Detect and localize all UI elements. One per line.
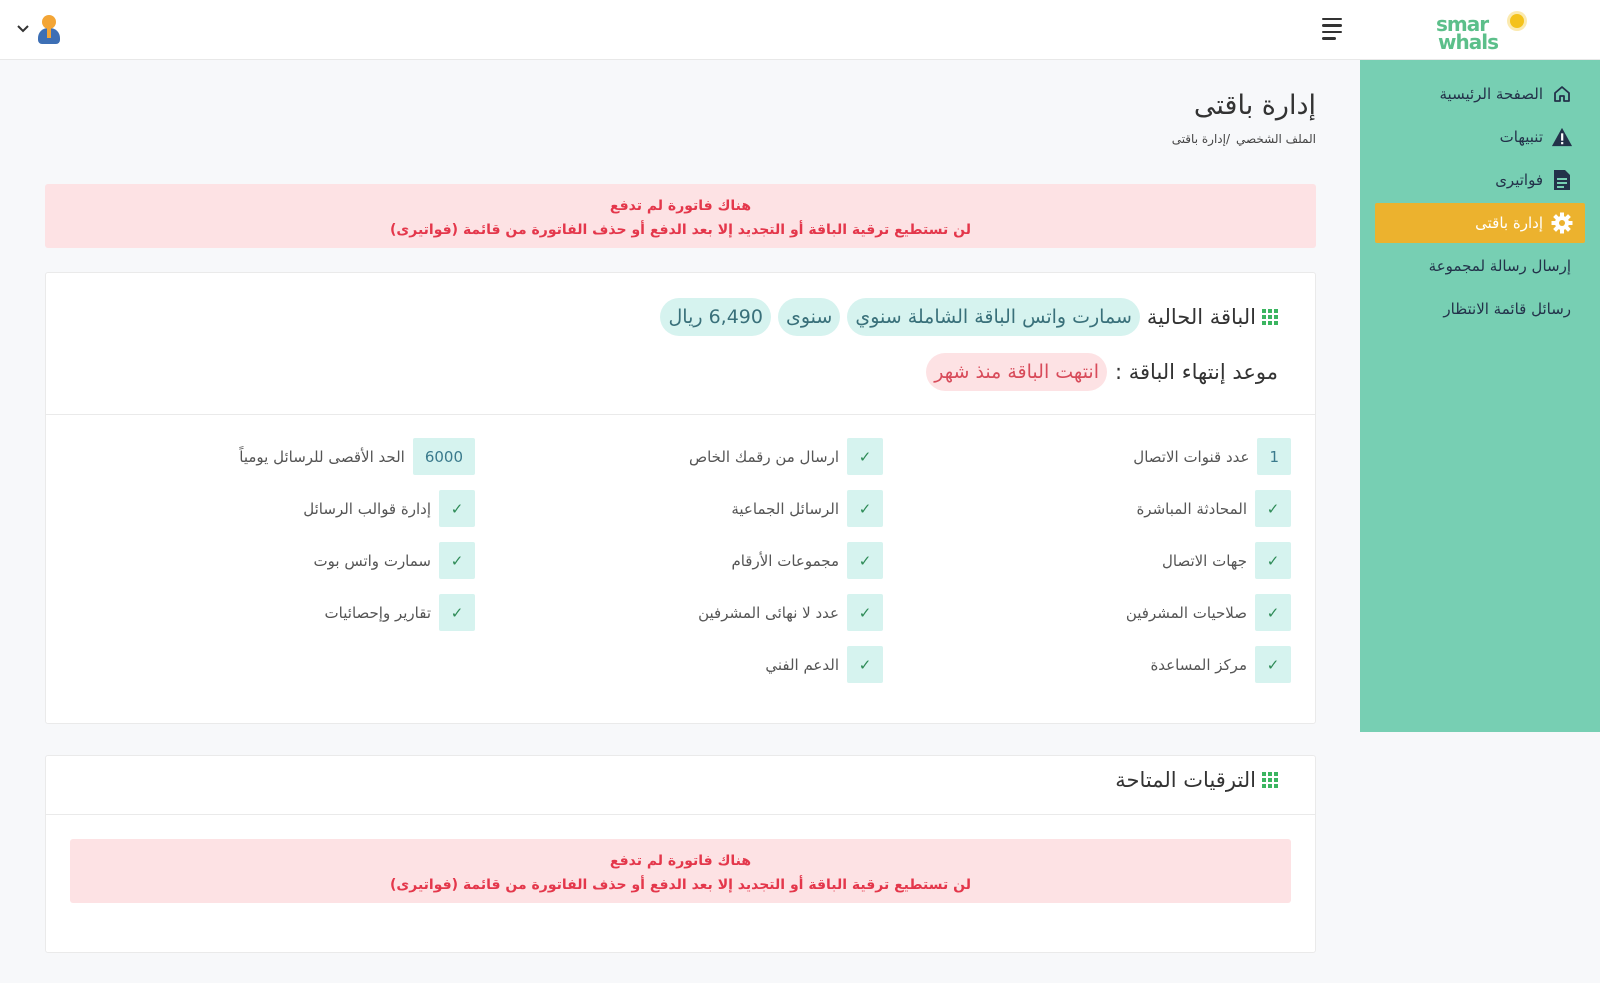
plan-name-badge: سمارت واتس الباقة الشاملة سنوي — [847, 298, 1140, 336]
feature-item: ✓ عدد لا نهائى المشرفين — [475, 594, 883, 631]
breadcrumb: الملف الشخصي /إدارة باقتى — [1172, 132, 1316, 146]
chevron-down-icon[interactable] — [16, 22, 30, 36]
home-icon — [1551, 83, 1573, 105]
expiry-row: موعد إنتهاء الباقة : انتهت الباقة منذ شه… — [926, 353, 1278, 391]
feature-label: الحد الأقصى للرسائل يومياً — [239, 447, 405, 466]
features-column-1: 1 عدد قنوات الاتصال ✓ المحادثة المباشرة … — [883, 438, 1291, 698]
expiry-label: موعد إنتهاء الباقة : — [1115, 360, 1278, 384]
check-icon: ✓ — [847, 542, 883, 579]
feature-value-badge: 6000 — [412, 438, 475, 475]
feature-label: سمارت واتس بوت — [313, 551, 431, 570]
sidebar-item-label: إدارة باقتى — [1475, 214, 1543, 232]
feature-label: الدعم الفني — [765, 655, 839, 674]
current-plan-card: الباقة الحالية سمارت واتس الباقة الشاملة… — [45, 272, 1316, 724]
check-icon: ✓ — [439, 490, 475, 527]
feature-label: عدد قنوات الاتصال — [1133, 447, 1250, 466]
check-icon: ✓ — [847, 438, 883, 475]
gear-icon — [1551, 212, 1573, 234]
features-column-3: 6000 الحد الأقصى للرسائل يومياً ✓ إدارة … — [67, 438, 475, 646]
feature-item: ✓ الرسائل الجماعية — [475, 490, 883, 527]
check-icon: ✓ — [1255, 490, 1291, 527]
unpaid-invoice-alert: هناك فاتورة لم تدفع لن تستطيع ترقية البا… — [45, 184, 1316, 248]
invoice-icon — [1551, 169, 1573, 191]
features-column-2: ✓ ارسال من رقمك الخاص ✓ الرسائل الجماعية… — [475, 438, 883, 698]
check-icon: ✓ — [1255, 594, 1291, 631]
user-menu[interactable] — [16, 14, 62, 44]
feature-item: ✓ تقارير وإحصائيات — [67, 594, 475, 631]
sidebar-item-group-message[interactable]: إرسال رسالة لمجموعة — [1375, 246, 1585, 286]
expiry-status-badge: انتهت الباقة منذ شهر — [926, 353, 1107, 391]
plan-price-badge: 6,490 ريال — [660, 298, 771, 336]
logo[interactable]: smar whals — [1436, 10, 1526, 54]
upgrades-card: الترقيات المتاحة هناك فاتورة لم تدفع لن … — [45, 755, 1316, 953]
check-icon: ✓ — [847, 646, 883, 683]
breadcrumb-current: /إدارة باقتى — [1171, 132, 1230, 146]
feature-label: جهات الاتصال — [1161, 551, 1247, 570]
feature-item: ✓ جهات الاتصال — [883, 542, 1291, 579]
divider — [46, 414, 1315, 415]
check-icon: ✓ — [1255, 646, 1291, 683]
sidebar-item-queue-messages[interactable]: رسائل قائمة الانتظار — [1375, 289, 1585, 329]
plan-features: 1 عدد قنوات الاتصال ✓ المحادثة المباشرة … — [67, 438, 1291, 698]
alert-title: هناك فاتورة لم تدفع — [609, 198, 752, 214]
feature-item: ✓ صلاحيات المشرفين — [883, 594, 1291, 631]
current-plan-label: الباقة الحالية — [1146, 305, 1256, 329]
feature-label: صلاحيات المشرفين — [1125, 603, 1247, 622]
sidebar-item-manage-plan[interactable]: إدارة باقتى — [1375, 203, 1585, 243]
upgrades-title: الترقيات المتاحة — [1115, 768, 1256, 792]
grid-icon — [1262, 772, 1278, 788]
warning-icon — [1551, 126, 1573, 148]
unpaid-invoice-alert: هناك فاتورة لم تدفع لن تستطيع ترقية البا… — [70, 839, 1291, 903]
feature-value-badge: 1 — [1257, 438, 1291, 475]
breadcrumb-profile-link[interactable]: الملف الشخصي — [1236, 132, 1316, 146]
check-icon: ✓ — [439, 594, 475, 631]
feature-label: الرسائل الجماعية — [731, 499, 839, 518]
alert-title: هناك فاتورة لم تدفع — [609, 853, 752, 869]
page-title: إدارة باقتى — [1193, 90, 1316, 121]
check-icon: ✓ — [439, 542, 475, 579]
feature-item: ✓ مركز المساعدة — [883, 646, 1291, 683]
feature-label: مجموعات الأرقام — [731, 551, 839, 570]
sidebar-item-label: الصفحة الرئيسية — [1439, 85, 1544, 103]
grid-icon — [1262, 309, 1278, 325]
divider — [46, 814, 1315, 815]
check-icon: ✓ — [847, 490, 883, 527]
sidebar-item-home[interactable]: الصفحة الرئيسية — [1375, 74, 1585, 114]
top-bar: smar whals — [0, 0, 1600, 60]
feature-item: ✓ سمارت واتس بوت — [67, 542, 475, 579]
feature-label: مركز المساعدة — [1150, 655, 1247, 674]
check-icon: ✓ — [847, 594, 883, 631]
menu-toggle-icon[interactable] — [1322, 18, 1346, 42]
feature-item: ✓ الدعم الفني — [475, 646, 883, 683]
sidebar-item-alerts[interactable]: تنبيهات — [1375, 117, 1585, 157]
feature-item: ✓ المحادثة المباشرة — [883, 490, 1291, 527]
plan-period-badge: سنوى — [777, 298, 841, 336]
feature-label: عدد لا نهائى المشرفين — [698, 603, 839, 622]
feature-item: 1 عدد قنوات الاتصال — [883, 438, 1291, 475]
avatar[interactable] — [36, 14, 62, 44]
sidebar-item-label: رسائل قائمة الانتظار — [1443, 300, 1571, 318]
alert-message: لن تستطيع ترقية الباقة أو التجديد إلا بع… — [390, 877, 971, 893]
feature-item: ✓ ارسال من رقمك الخاص — [475, 438, 883, 475]
sidebar-item-invoices[interactable]: فواتيرى — [1375, 160, 1585, 200]
feature-label: تقارير وإحصائيات — [324, 603, 431, 622]
feature-label: ارسال من رقمك الخاص — [688, 447, 839, 466]
current-plan-row: الباقة الحالية سمارت واتس الباقة الشاملة… — [660, 298, 1278, 336]
feature-item: ✓ مجموعات الأرقام — [475, 542, 883, 579]
feature-item: ✓ إدارة قوالب الرسائل — [67, 490, 475, 527]
feature-label: إدارة قوالب الرسائل — [303, 499, 431, 518]
sidebar-item-label: تنبيهات — [1499, 128, 1543, 146]
alert-message: لن تستطيع ترقية الباقة أو التجديد إلا بع… — [390, 222, 971, 238]
sun-icon — [1510, 14, 1524, 28]
feature-item: 6000 الحد الأقصى للرسائل يومياً — [67, 438, 475, 475]
feature-label: المحادثة المباشرة — [1136, 499, 1247, 518]
sidebar-item-label: إرسال رسالة لمجموعة — [1428, 257, 1571, 275]
sidebar-item-label: فواتيرى — [1495, 171, 1543, 189]
sidebar: الصفحة الرئيسية تنبيهات فواتيرى إدارة با… — [1360, 60, 1600, 732]
check-icon: ✓ — [1255, 542, 1291, 579]
